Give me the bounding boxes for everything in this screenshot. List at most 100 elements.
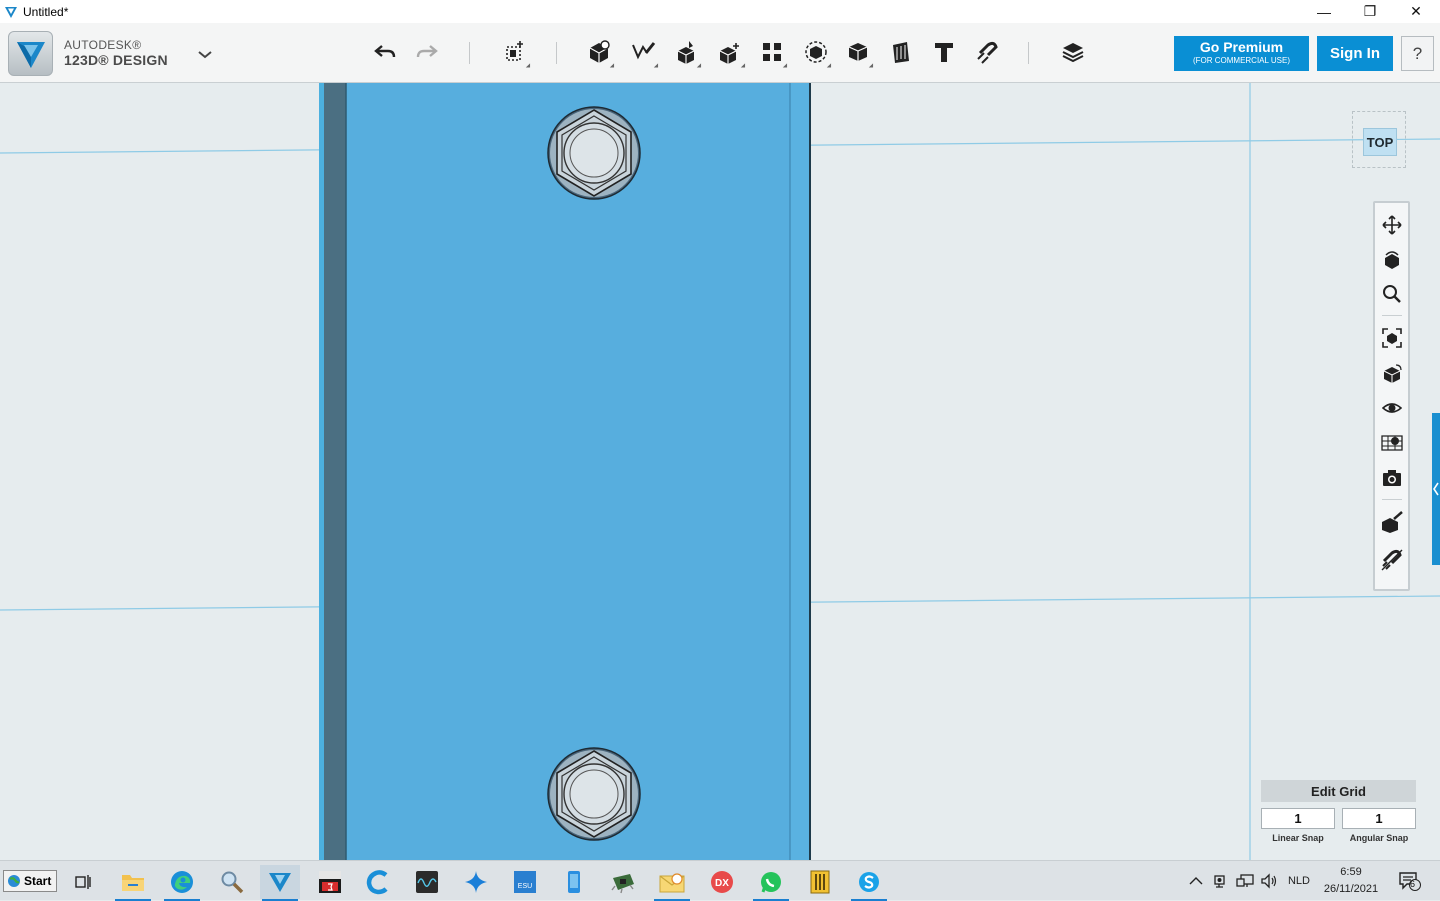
- 3d-viewport[interactable]: TOP Edit Grid 1 1 Linear Snap Angular Sn…: [0, 83, 1440, 860]
- sketch-tool-button[interactable]: [626, 35, 661, 70]
- snap-tool-button[interactable]: [970, 35, 1004, 69]
- primitives-tool-button[interactable]: [582, 35, 617, 70]
- sign-in-button[interactable]: Sign In: [1317, 36, 1393, 71]
- taskbar-123d-design[interactable]: [260, 865, 300, 901]
- taskbar-whatsapp[interactable]: [751, 865, 791, 901]
- taskbar-c-app[interactable]: [358, 865, 398, 899]
- taskbar-archive-app[interactable]: [800, 865, 840, 899]
- camera-icon: [1383, 470, 1401, 486]
- visibility-button[interactable]: [1381, 397, 1403, 419]
- app-menu-logo[interactable]: [8, 31, 53, 76]
- oscilloscope-icon: [416, 871, 438, 893]
- home-view-icon: [1383, 364, 1402, 383]
- taskbar: Start ESU DX NLD 6:59 26/11/2021 6: [0, 860, 1440, 901]
- network-icon: [1236, 874, 1254, 887]
- close-button[interactable]: ✕: [1393, 0, 1439, 23]
- tray-notifications-button[interactable]: 6: [1396, 871, 1424, 891]
- minimize-button[interactable]: —: [1301, 0, 1347, 23]
- taskbar-star-app[interactable]: [456, 865, 496, 899]
- pan-button[interactable]: [1381, 214, 1403, 236]
- restore-button[interactable]: ❐: [1347, 0, 1393, 23]
- circuit-board-icon: [611, 874, 634, 894]
- hex-bolt-top[interactable]: [547, 106, 641, 200]
- grid-toggle-button[interactable]: [1381, 431, 1403, 453]
- speaker-icon: [1261, 873, 1277, 889]
- go-premium-button[interactable]: Go Premium (FOR COMMERCIAL USE): [1174, 36, 1309, 71]
- go-premium-sublabel: (FOR COMMERCIAL USE): [1192, 56, 1291, 65]
- text-tool-button[interactable]: [927, 35, 961, 69]
- taskbar-dx-app[interactable]: DX: [702, 865, 742, 899]
- view-cube[interactable]: TOP: [1352, 111, 1406, 168]
- taskbar-file-explorer[interactable]: [113, 865, 153, 901]
- taskbar-esu-app[interactable]: ESU: [505, 865, 545, 899]
- pattern-tool-button[interactable]: [755, 35, 790, 70]
- pan-icon: [1382, 215, 1402, 235]
- tray-overflow-button[interactable]: [1186, 871, 1206, 891]
- measure-tool-button[interactable]: [884, 35, 918, 69]
- c-letter-icon: [366, 870, 388, 895]
- taskbar-scope-app[interactable]: [407, 865, 447, 899]
- snap-icon: [977, 41, 998, 64]
- construct-icon: [677, 41, 695, 64]
- app-menu-chevron[interactable]: [196, 47, 214, 63]
- construct-tool-button[interactable]: [669, 35, 704, 70]
- combine-tool-button[interactable]: [841, 35, 876, 70]
- snap-mode-button[interactable]: [1381, 549, 1403, 571]
- grid-material-icon: [1381, 435, 1403, 451]
- skype-icon: [859, 872, 879, 892]
- dx-icon: DX: [711, 871, 733, 893]
- taskbar-circuit-app[interactable]: [603, 865, 643, 899]
- taskbar-pickit[interactable]: [310, 865, 350, 899]
- taskbar-mail-app[interactable]: [652, 865, 692, 901]
- notification-count: 6: [1410, 879, 1416, 889]
- linear-snap-field[interactable]: 1: [1261, 808, 1335, 829]
- app-logo-icon: [5, 6, 17, 18]
- grouping-tool-button[interactable]: [799, 35, 834, 70]
- material-button[interactable]: [1381, 511, 1403, 533]
- text-icon: [935, 43, 953, 62]
- task-view-button[interactable]: [63, 865, 103, 899]
- modify-tool-button[interactable]: [713, 35, 748, 70]
- help-button[interactable]: ?: [1401, 36, 1434, 71]
- taskbar-edge[interactable]: [162, 865, 202, 901]
- chevron-up-icon: [1189, 877, 1203, 885]
- clock-date: 26/11/2021: [1323, 883, 1379, 895]
- start-label: Start: [24, 874, 52, 888]
- globe-icon: [8, 875, 20, 887]
- taskbar-clock[interactable]: 6:59 26/11/2021: [1316, 864, 1386, 898]
- orbit-button[interactable]: [1381, 249, 1403, 271]
- taskbar-phone-app[interactable]: [554, 865, 594, 899]
- app-logo-icon: [16, 41, 45, 68]
- taskbar-search[interactable]: [212, 865, 252, 899]
- measure-icon: [893, 42, 909, 63]
- tray-volume-button[interactable]: [1258, 871, 1280, 891]
- combine-icon: [848, 43, 868, 61]
- transform-icon: [506, 41, 523, 61]
- screenshot-button[interactable]: [1381, 467, 1403, 489]
- transform-tool-button[interactable]: [498, 35, 533, 70]
- side-panel-tab[interactable]: [1432, 413, 1440, 565]
- hex-bolt-bottom[interactable]: [547, 747, 641, 841]
- redo-button[interactable]: [410, 35, 444, 69]
- fit-button[interactable]: [1381, 327, 1403, 349]
- title-bar: Untitled* — ❐ ✕: [0, 0, 1440, 23]
- view-cube-face-top[interactable]: TOP: [1363, 128, 1397, 156]
- edit-grid-button[interactable]: Edit Grid: [1261, 780, 1416, 802]
- start-button[interactable]: Start: [3, 870, 57, 892]
- sparkle-icon: [465, 871, 487, 893]
- tray-network-button[interactable]: [1234, 871, 1256, 891]
- tray-meet-button[interactable]: [1210, 871, 1232, 891]
- zoom-icon: [1383, 285, 1401, 303]
- material-tool-button[interactable]: [1056, 35, 1090, 69]
- default-view-button[interactable]: [1381, 363, 1403, 385]
- part-body[interactable]: [319, 83, 811, 860]
- zoom-button[interactable]: [1381, 283, 1403, 305]
- angular-snap-field[interactable]: 1: [1342, 808, 1416, 829]
- tray-language[interactable]: NLD: [1284, 871, 1314, 891]
- task-view-icon: [75, 875, 91, 889]
- app-logo-icon: [269, 873, 291, 892]
- undo-button[interactable]: [368, 35, 402, 69]
- workplane-grid: [0, 83, 1440, 860]
- taskbar-skype[interactable]: [849, 865, 889, 901]
- undo-icon: [374, 45, 396, 58]
